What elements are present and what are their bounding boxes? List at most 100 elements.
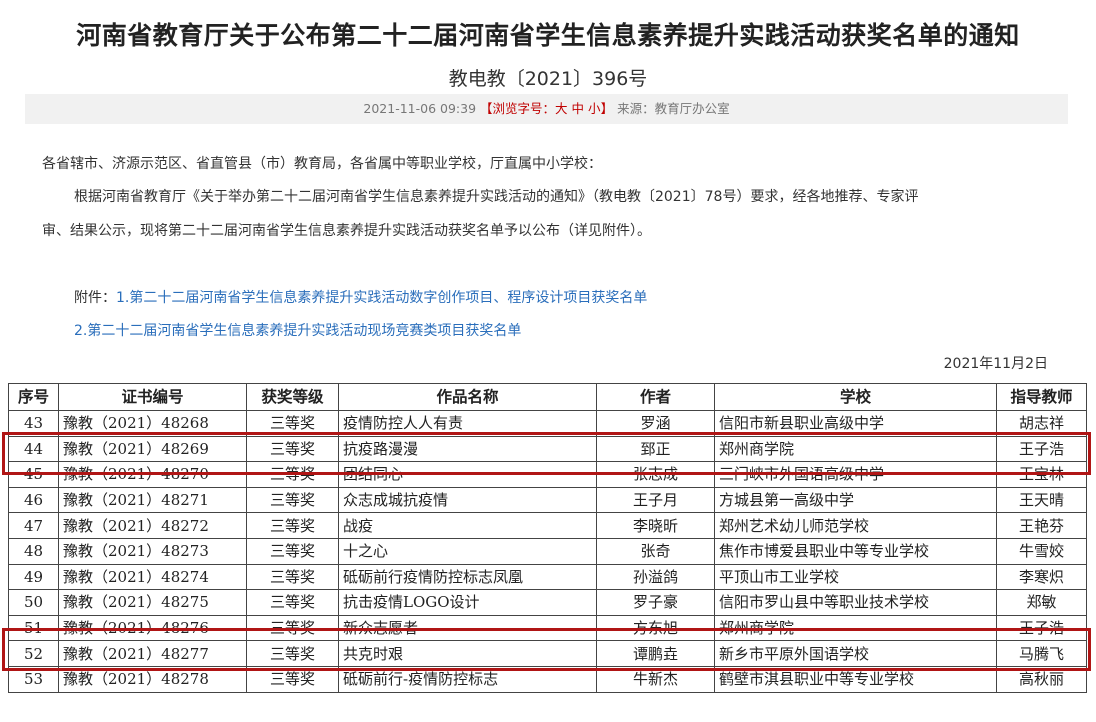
cell-cert-no: 豫教（2021）48275 xyxy=(58,589,247,616)
cell-author: 张志成 xyxy=(596,461,715,488)
cell-work-name: 战疫 xyxy=(338,512,597,539)
cell-work-name: 抗击疫情LOGO设计 xyxy=(338,589,597,616)
award-list-table: 序号 证书编号 获奖等级 作品名称 作者 学校 指导教师 43 豫教（2021）4… xyxy=(8,383,1087,693)
cell-cert-no: 豫教（2021）48269 xyxy=(58,435,247,463)
cell-school: 郑州艺术幼儿师范学校 xyxy=(714,512,997,539)
cell-award-level: 三等奖 xyxy=(246,512,339,539)
cell-serial: 49 xyxy=(8,563,59,591)
font-size-small-button[interactable]: 小 xyxy=(588,101,601,116)
cell-work-name: 新众志愿者 xyxy=(338,614,597,642)
cell-work-name: 砥砺前行疫情防控标志凤凰 xyxy=(338,563,597,591)
table-row: 53 豫教（2021）48278 三等奖 砥砺前行-疫情防控标志 牛新杰 鹤壁市淇县职业中… xyxy=(8,665,1087,693)
font-size-large-button[interactable]: 大 xyxy=(555,101,568,116)
article-source: 来源：教育厅办公室 xyxy=(617,101,730,116)
cell-school: 平顶山市工业学校 xyxy=(714,563,997,591)
cell-teacher: 马腾飞 xyxy=(996,640,1087,667)
cell-school: 郑州商学院 xyxy=(714,435,997,463)
cell-serial: 46 xyxy=(8,486,59,514)
cell-award-level: 三等奖 xyxy=(246,410,339,437)
cell-award-level: 三等奖 xyxy=(246,486,339,514)
cell-award-level: 三等奖 xyxy=(246,537,339,565)
cell-school: 鹤壁市淇县职业中等专业学校 xyxy=(714,665,997,693)
cell-teacher: 郑敏 xyxy=(996,589,1087,616)
cell-work-name: 疫情防控人人有责 xyxy=(338,410,597,437)
cell-serial: 50 xyxy=(8,589,59,616)
cell-teacher: 高秋丽 xyxy=(996,665,1087,693)
cell-author: 罗子豪 xyxy=(596,589,715,616)
cell-teacher: 胡志祥 xyxy=(996,410,1087,437)
header-award-level: 获奖等级 xyxy=(246,383,339,411)
cell-work-name: 共克时艰 xyxy=(338,640,597,667)
table-row: 47 豫教（2021）48272 三等奖 战疫 李晓昕 郑州艺术幼儿师范学校 王艳芬 xyxy=(8,512,1087,539)
table-row: 52 豫教（2021）48277 三等奖 共克时艰 谭鹏垚 新乡市平原外国语学校 马腾飞 xyxy=(8,640,1087,667)
cell-serial: 52 xyxy=(8,640,59,667)
greeting-text: 各省辖市、济源示范区、省直管县（市）教育局，各省属中等职业学校，厅直属中小学校： xyxy=(42,156,602,172)
cell-work-name: 众志成城抗疫情 xyxy=(338,486,597,514)
publish-datetime: 2021-11-06 09:39 xyxy=(363,101,477,116)
cell-serial: 53 xyxy=(8,665,59,693)
document-number: 教电教〔2021〕396号 xyxy=(448,68,648,90)
table-row: 46 豫教（2021）48271 三等奖 众志成城抗疫情 王子月 方城县第一高级中学 王天晴 xyxy=(8,486,1087,514)
cell-cert-no: 豫教（2021）48268 xyxy=(58,410,247,437)
table-row: 50 豫教（2021）48275 三等奖 抗击疫情LOGO设计 罗子豪 信阳市罗山县中等职… xyxy=(8,589,1087,616)
cell-award-level: 三等奖 xyxy=(246,461,339,488)
cell-teacher: 王子浩 xyxy=(996,435,1087,463)
cell-work-name: 抗疫路漫漫 xyxy=(338,435,597,463)
cell-work-name: 砥砺前行-疫情防控标志 xyxy=(338,665,597,693)
cell-cert-no: 豫教（2021）48271 xyxy=(58,486,247,514)
cell-author: 张奇 xyxy=(596,537,715,565)
cell-cert-no: 豫教（2021）48276 xyxy=(58,614,247,642)
cell-author: 李晓昕 xyxy=(596,512,715,539)
table-row: 48 豫教（2021）48273 三等奖 十之心 张奇 焦作市博爱县职业中等专业学校 牛雪姣 xyxy=(8,537,1087,565)
table-row: 51 豫教（2021）48276 三等奖 新众志愿者 方东旭 郑州商学院 王子浩 xyxy=(8,614,1087,642)
cell-school: 郑州商学院 xyxy=(714,614,997,642)
article-title: 河南省教育厅关于公布第二十二届河南省学生信息素养提升实践活动获奖名单的通知 xyxy=(76,21,1020,50)
table-row: 44 豫教（2021）48269 三等奖 抗疫路漫漫 郅正 郑州商学院 王子浩 xyxy=(8,435,1087,463)
table-header-row: 序号 证书编号 获奖等级 作品名称 作者 学校 指导教师 xyxy=(8,383,1087,411)
cell-serial: 47 xyxy=(8,512,59,539)
cell-author: 罗涵 xyxy=(596,410,715,437)
cell-serial: 45 xyxy=(8,461,59,488)
cell-work-name: 十之心 xyxy=(338,537,597,565)
cell-author: 郅正 xyxy=(596,435,715,463)
cell-teacher: 王宝林 xyxy=(996,461,1087,488)
table-row: 49 豫教（2021）48274 三等奖 砥砺前行疫情防控标志凤凰 孙溢鸽 平顶山市工业学… xyxy=(8,563,1087,591)
cell-author: 孙溢鸽 xyxy=(596,563,715,591)
cell-teacher: 王子浩 xyxy=(996,614,1087,642)
body-text-line-1: 根据河南省教育厅《关于举办第二十二届河南省学生信息素养提升实践活动的通知》（教电… xyxy=(74,189,919,205)
attachment-label: 附件： xyxy=(74,290,116,306)
signature-date: 2021年11月2日 xyxy=(943,356,1048,372)
cell-serial: 48 xyxy=(8,537,59,565)
attachment-1: 附件：1.第二十二届河南省学生信息素养提升实践活动数字创作项目、程序设计项目获奖… xyxy=(74,287,647,307)
cell-author: 谭鹏垚 xyxy=(596,640,715,667)
header-work-name: 作品名称 xyxy=(338,383,597,411)
cell-school: 方城县第一高级中学 xyxy=(714,486,997,514)
body-text-line-2: 审、结果公示，现将第二十二届河南省学生信息素养提升实践活动获奖名单予以公布（详见… xyxy=(42,223,651,239)
cell-teacher: 牛雪姣 xyxy=(996,537,1087,565)
header-serial: 序号 xyxy=(8,383,59,411)
cell-school: 新乡市平原外国语学校 xyxy=(714,640,997,667)
cell-serial: 44 xyxy=(8,435,59,463)
cell-cert-no: 豫教（2021）48273 xyxy=(58,537,247,565)
font-size-medium-button[interactable]: 中 xyxy=(572,101,585,116)
cell-school: 焦作市博爱县职业中等专业学校 xyxy=(714,537,997,565)
header-cert-no: 证书编号 xyxy=(58,383,247,411)
cell-school: 三门峡市外国语高级中学 xyxy=(714,461,997,488)
attachment-link-1[interactable]: 1.第二十二届河南省学生信息素养提升实践活动数字创作项目、程序设计项目获奖名单 xyxy=(116,290,647,306)
table-row: 43 豫教（2021）48268 三等奖 疫情防控人人有责 罗涵 信阳市新县职业高级中学胡… xyxy=(8,410,1087,437)
header-author: 作者 xyxy=(596,383,715,411)
cell-cert-no: 豫教（2021）48272 xyxy=(58,512,247,539)
cell-award-level: 三等奖 xyxy=(246,665,339,693)
cell-award-level: 三等奖 xyxy=(246,435,339,463)
cell-cert-no: 豫教（2021）48277 xyxy=(58,640,247,667)
cell-award-level: 三等奖 xyxy=(246,563,339,591)
cell-school: 信阳市新县职业高级中学 xyxy=(714,410,997,437)
attachment-link-2[interactable]: 2.第二十二届河南省学生信息素养提升实践活动现场竞赛类项目获奖名单 xyxy=(74,320,521,340)
cell-serial: 51 xyxy=(8,614,59,642)
font-size-label-open: 【浏览字号： xyxy=(480,101,556,116)
cell-award-level: 三等奖 xyxy=(246,614,339,642)
cell-cert-no: 豫教（2021）48270 xyxy=(58,461,247,488)
cell-cert-no: 豫教（2021）48274 xyxy=(58,563,247,591)
cell-school: 信阳市罗山县中等职业技术学校 xyxy=(714,589,997,616)
article-meta-bar: 2021-11-06 09:39 【浏览字号：大 中 小】 来源：教育厅办公室 xyxy=(25,94,1068,124)
